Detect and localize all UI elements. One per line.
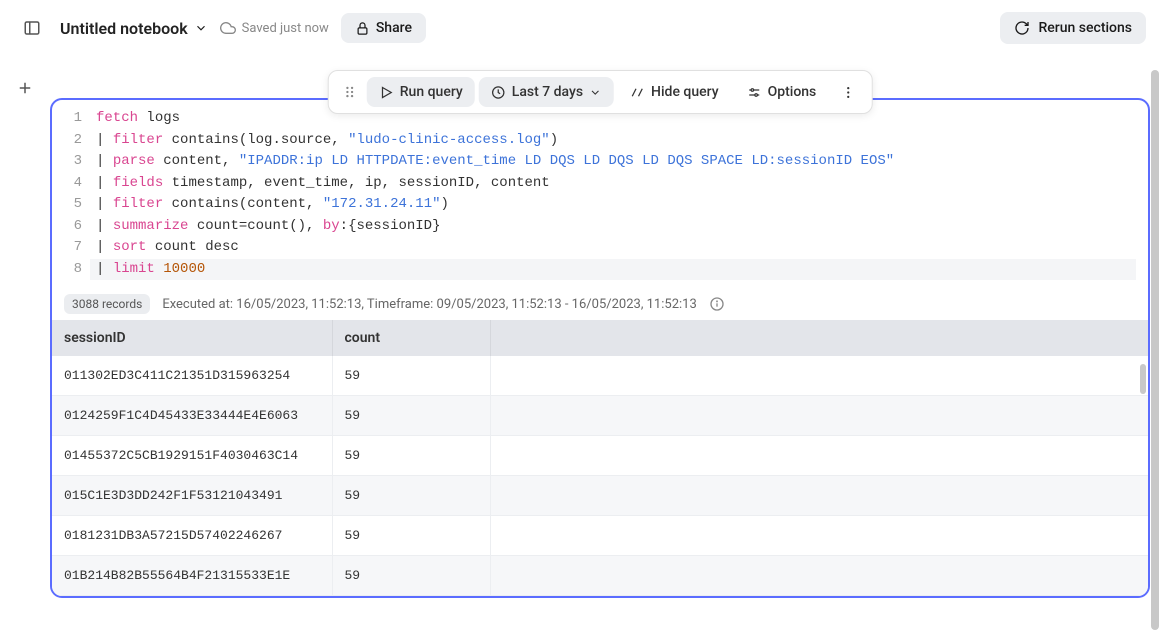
cell-empty [490,396,1148,436]
cloud-saved-icon [220,20,236,36]
run-query-button[interactable]: Run query [367,77,475,107]
cell-empty [490,356,1148,396]
timeframe-picker[interactable]: Last 7 days [479,77,614,107]
records-badge: 3088 records [64,294,150,314]
clock-icon [491,85,506,100]
share-button[interactable]: Share [341,13,426,43]
toggle-sidebar-icon[interactable] [16,12,48,44]
cell-sessionid: 0181231DB3A57215D57402246267 [52,516,332,556]
column-header[interactable] [490,320,1148,356]
cell-count: 59 [332,556,490,596]
hide-query-button[interactable]: Hide query [618,77,731,107]
table-body: 011302ED3C411C21351D315963254590124259F1… [52,356,1148,596]
left-rail [0,72,50,104]
table-row[interactable]: 015C1E3D3DD242F1F5312104349159 [52,476,1148,516]
table-row[interactable]: 011302ED3C411C21351D31596325459 [52,356,1148,396]
plus-icon [16,79,34,97]
column-header[interactable]: count [332,320,490,356]
column-header[interactable]: sessionID [52,320,332,356]
cell-toolbar: Run query Last 7 days Hide query Options [328,70,873,114]
status-row: 3088 records Executed at: 16/05/2023, 11… [52,284,1148,320]
hide-icon [630,85,645,100]
cell-count: 59 [332,436,490,476]
rerun-button[interactable]: Rerun sections [1000,12,1146,44]
chevron-down-icon [194,21,208,35]
line-number: 5 [62,194,82,216]
cell-sessionid: 01B214B82B55564B4F21315533E1E [52,556,332,596]
code-line: | filter contains(content, "172.31.24.11… [96,194,1136,216]
play-icon [379,85,394,100]
line-number: 3 [62,151,82,173]
cell-empty [490,556,1148,596]
cell-count: 59 [332,516,490,556]
hide-query-label: Hide query [651,84,719,100]
table-row[interactable]: 01B214B82B55564B4F21315533E1E59 [52,556,1148,596]
line-number: 1 [62,108,82,130]
more-menu-button[interactable] [832,78,863,107]
saved-text: Saved just now [242,21,329,36]
topbar: Untitled notebook Saved just now Share R… [0,0,1162,56]
saved-status: Saved just now [220,20,329,36]
line-number: 2 [62,130,82,152]
cell-empty [490,476,1148,516]
table-header-row: sessionIDcount [52,320,1148,356]
lock-icon [355,21,370,36]
page-scrollbar[interactable] [1151,70,1159,630]
line-number: 6 [62,216,82,238]
run-query-label: Run query [400,84,463,100]
cell-sessionid: 0124259F1C4D45433E33444E4E6063 [52,396,332,436]
add-cell-button[interactable] [9,72,41,104]
code-editor[interactable]: 12345678 fetch logs| filter contains(log… [52,100,1148,284]
line-number: 7 [62,237,82,259]
table-row[interactable]: 0124259F1C4D45433E33444E4E606359 [52,396,1148,436]
table-scrollbar[interactable] [1140,364,1146,394]
line-number: 8 [62,259,82,281]
cell-count: 59 [332,396,490,436]
code-content: fetch logs| filter contains(log.source, … [96,108,1148,280]
refresh-icon [1014,20,1030,36]
results-table: sessionIDcount 011302ED3C411C21351D31596… [52,320,1148,596]
code-line: | limit 10000 [90,259,1136,281]
info-icon[interactable] [709,296,725,312]
code-line: | fields timestamp, event_time, ip, sess… [96,173,1136,195]
cell-sessionid: 01455372C5CB1929151F4030463C14 [52,436,332,476]
code-line: | summarize count=count(), by:{sessionID… [96,216,1136,238]
code-line: | filter contains(log.source, "ludo-clin… [96,130,1136,152]
drag-handle-icon[interactable] [337,80,363,104]
more-vertical-icon [840,85,855,100]
notebook-title-group[interactable]: Untitled notebook [60,19,208,38]
cell-count: 59 [332,476,490,516]
sliders-icon [747,85,762,100]
content-area: Run query Last 7 days Hide query Options… [50,70,1150,637]
line-gutter: 12345678 [52,108,96,280]
cell-sessionid: 011302ED3C411C21351D315963254 [52,356,332,396]
cell-sessionid: 015C1E3D3DD242F1F53121043491 [52,476,332,516]
timeframe-label: Last 7 days [512,84,583,100]
table-row[interactable]: 0181231DB3A57215D5740224626759 [52,516,1148,556]
code-line: | sort count desc [96,237,1136,259]
table-row[interactable]: 01455372C5CB1929151F4030463C1459 [52,436,1148,476]
cell-count: 59 [332,356,490,396]
executed-text: Executed at: 16/05/2023, 11:52:13, Timef… [162,297,696,312]
rerun-label: Rerun sections [1038,20,1132,36]
notebook-title: Untitled notebook [60,19,188,38]
options-button[interactable]: Options [735,77,829,107]
cell-empty [490,516,1148,556]
options-label: Options [768,84,817,100]
chevron-down-icon [589,86,602,99]
results-container: sessionIDcount 011302ED3C411C21351D31596… [52,320,1148,596]
share-label: Share [376,20,412,36]
code-line: | parse content, "IPADDR:ip LD HTTPDATE:… [96,151,1136,173]
cell-empty [490,436,1148,476]
line-number: 4 [62,173,82,195]
query-cell: 12345678 fetch logs| filter contains(log… [50,98,1150,598]
